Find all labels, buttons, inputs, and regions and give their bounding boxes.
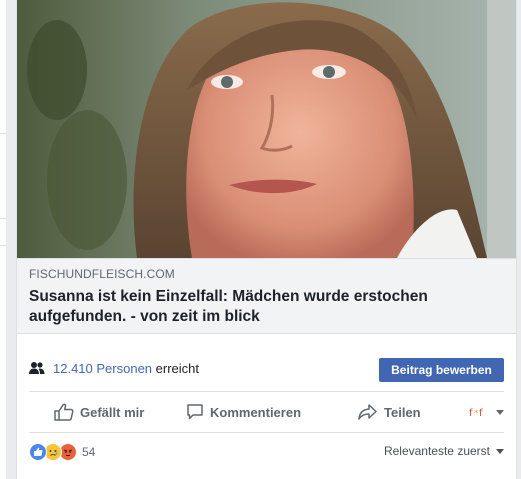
like-button[interactable]: Gefällt mir bbox=[54, 392, 144, 432]
thumbs-up-icon bbox=[54, 403, 74, 421]
reaction-summary: 54 Relevanteste zuerst bbox=[29, 443, 504, 463]
reach-text: 12.410 Personen erreicht bbox=[53, 361, 199, 377]
share-button[interactable]: Teilen bbox=[358, 392, 421, 432]
link-title[interactable]: Susanna ist kein Einzelfall: Mädchen wur… bbox=[29, 287, 504, 327]
svg-text:f: f bbox=[479, 408, 483, 418]
svg-text:f: f bbox=[469, 408, 473, 418]
left-edge-panel bbox=[0, 0, 6, 479]
share-label: Teilen bbox=[384, 404, 421, 420]
promote-post-button[interactable]: Beitrag bewerben bbox=[379, 358, 504, 382]
chevron-down-icon bbox=[496, 448, 504, 454]
comment-button[interactable]: Kommentieren bbox=[186, 392, 301, 432]
reach-unit: Personen bbox=[96, 361, 153, 376]
page-avatar-icon: f * f bbox=[469, 408, 483, 418]
divider bbox=[0, 133, 6, 134]
reach-bar: 12.410 Personen erreicht Beitrag bewerbe… bbox=[17, 348, 516, 390]
reaction-count: 54 bbox=[82, 445, 96, 459]
sort-label: Relevanteste zuerst bbox=[383, 444, 490, 458]
reach-count: 12.410 bbox=[53, 361, 93, 376]
link-preview-caption[interactable]: FISCHUNDFLEISCH.COM Susanna ist kein Ein… bbox=[17, 258, 516, 334]
divider bbox=[0, 245, 6, 246]
portrait-photo bbox=[17, 0, 516, 258]
link-preview-image[interactable] bbox=[17, 0, 516, 258]
reactions-list[interactable]: 54 bbox=[29, 443, 95, 461]
chevron-down-icon bbox=[496, 409, 504, 415]
like-reaction-icon bbox=[29, 443, 47, 461]
post-as-selector[interactable]: f * f bbox=[469, 392, 504, 432]
people-icon bbox=[29, 362, 45, 374]
post-actions: Gefällt mir Kommentieren Teilen f * f bbox=[29, 391, 504, 433]
comment-sort-dropdown[interactable]: Relevanteste zuerst bbox=[384, 444, 504, 458]
like-label: Gefällt mir bbox=[80, 404, 145, 420]
comment-label: Kommentieren bbox=[210, 404, 302, 420]
share-icon bbox=[358, 404, 377, 420]
reach-count-link[interactable]: 12.410 Personen bbox=[53, 361, 152, 376]
comment-icon bbox=[187, 404, 203, 420]
reach-suffix: erreicht bbox=[155, 361, 200, 376]
divider bbox=[0, 218, 6, 219]
left-page-margin bbox=[0, 0, 14, 479]
link-domain: FISCHUNDFLEISCH.COM bbox=[29, 267, 175, 281]
post-card: FISCHUNDFLEISCH.COM Susanna ist kein Ein… bbox=[16, 0, 517, 479]
